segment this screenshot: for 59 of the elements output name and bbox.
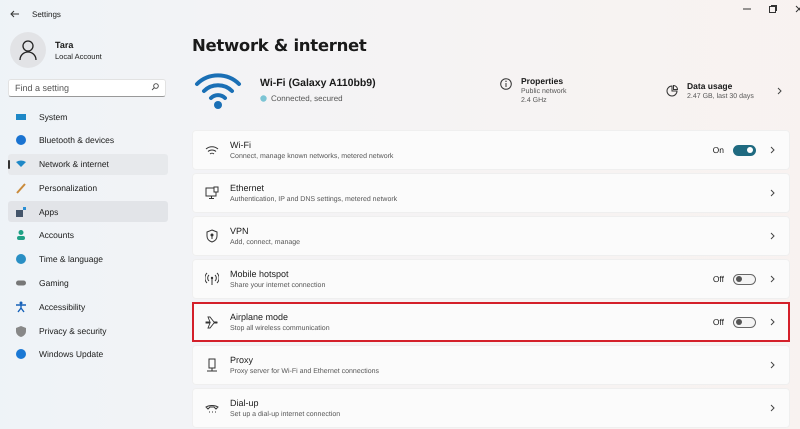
category-icon (15, 206, 27, 218)
globe-icon (260, 95, 267, 102)
sidebar-item[interactable]: Privacy & security (8, 320, 168, 342)
category-icon (15, 134, 27, 146)
airplane-icon (205, 315, 219, 329)
toggle-state-label: Off (712, 274, 724, 284)
row-title: Dial-up (230, 398, 260, 408)
account-name: Tara (55, 40, 74, 50)
toggle-switch[interactable] (733, 144, 756, 156)
sidebar-item[interactable]: Bluetooth & devices (8, 130, 168, 151)
sidebar-item[interactable]: Apps (8, 201, 168, 222)
row-title: Ethernet (230, 183, 266, 193)
category-icon (15, 348, 27, 360)
sidebar-item[interactable]: Gaming (8, 272, 168, 294)
pie-chart-icon (666, 85, 678, 97)
window-title: Settings (32, 10, 61, 18)
chevron-icon (770, 189, 775, 197)
sidebar-item[interactable]: Accessibility (8, 296, 168, 318)
search-field[interactable]: Find a setting (8, 79, 166, 97)
sidebar-item[interactable]: Windows Update (8, 344, 168, 365)
page-title: Network & internet (192, 36, 368, 55)
network-name: Wi-Fi (Galaxy A110bb9) (260, 77, 377, 89)
sidebar-item[interactable]: System (8, 106, 168, 127)
row-title: Airplane mode (230, 312, 290, 322)
connection-status: Connected, secured (271, 94, 343, 103)
category-icon (15, 324, 27, 337)
chevron-icon (770, 318, 775, 326)
toggle-state-label: On (712, 145, 724, 155)
restore-icon[interactable] (769, 5, 777, 13)
toggle-state-label: Off (712, 317, 724, 327)
row-title: VPN (230, 226, 250, 236)
chevron-icon (770, 232, 775, 240)
row-title: Proxy (230, 355, 254, 365)
sidebar-item[interactable]: Accounts (8, 224, 168, 246)
row-title: Wi-Fi (230, 140, 252, 150)
category-icon (15, 182, 27, 194)
row-title: Mobile hotspot (230, 269, 290, 279)
sidebar-item[interactable]: Time & language (8, 248, 168, 270)
back-icon[interactable] (10, 10, 20, 18)
antenna-icon (205, 272, 219, 286)
wifi-icon (205, 143, 219, 157)
close-icon[interactable] (795, 5, 800, 13)
toggle-switch[interactable] (733, 316, 756, 328)
toggle-switch[interactable] (733, 274, 756, 284)
category-icon (15, 300, 27, 313)
chevron-icon (770, 146, 775, 154)
sidebar-item[interactable]: Network & internet (8, 154, 168, 175)
category-icon (15, 253, 27, 266)
chevron-icon (776, 87, 782, 95)
category-icon (15, 229, 27, 242)
chevron-icon (770, 404, 775, 412)
monitor-icon (205, 186, 219, 200)
sidebar-item[interactable]: Personalization (8, 177, 168, 198)
avatar (10, 32, 46, 68)
shield-icon (205, 229, 219, 243)
info-icon (500, 78, 512, 90)
search-icon[interactable] (151, 83, 159, 91)
chevron-icon (770, 275, 775, 283)
chevron-icon (770, 361, 775, 369)
